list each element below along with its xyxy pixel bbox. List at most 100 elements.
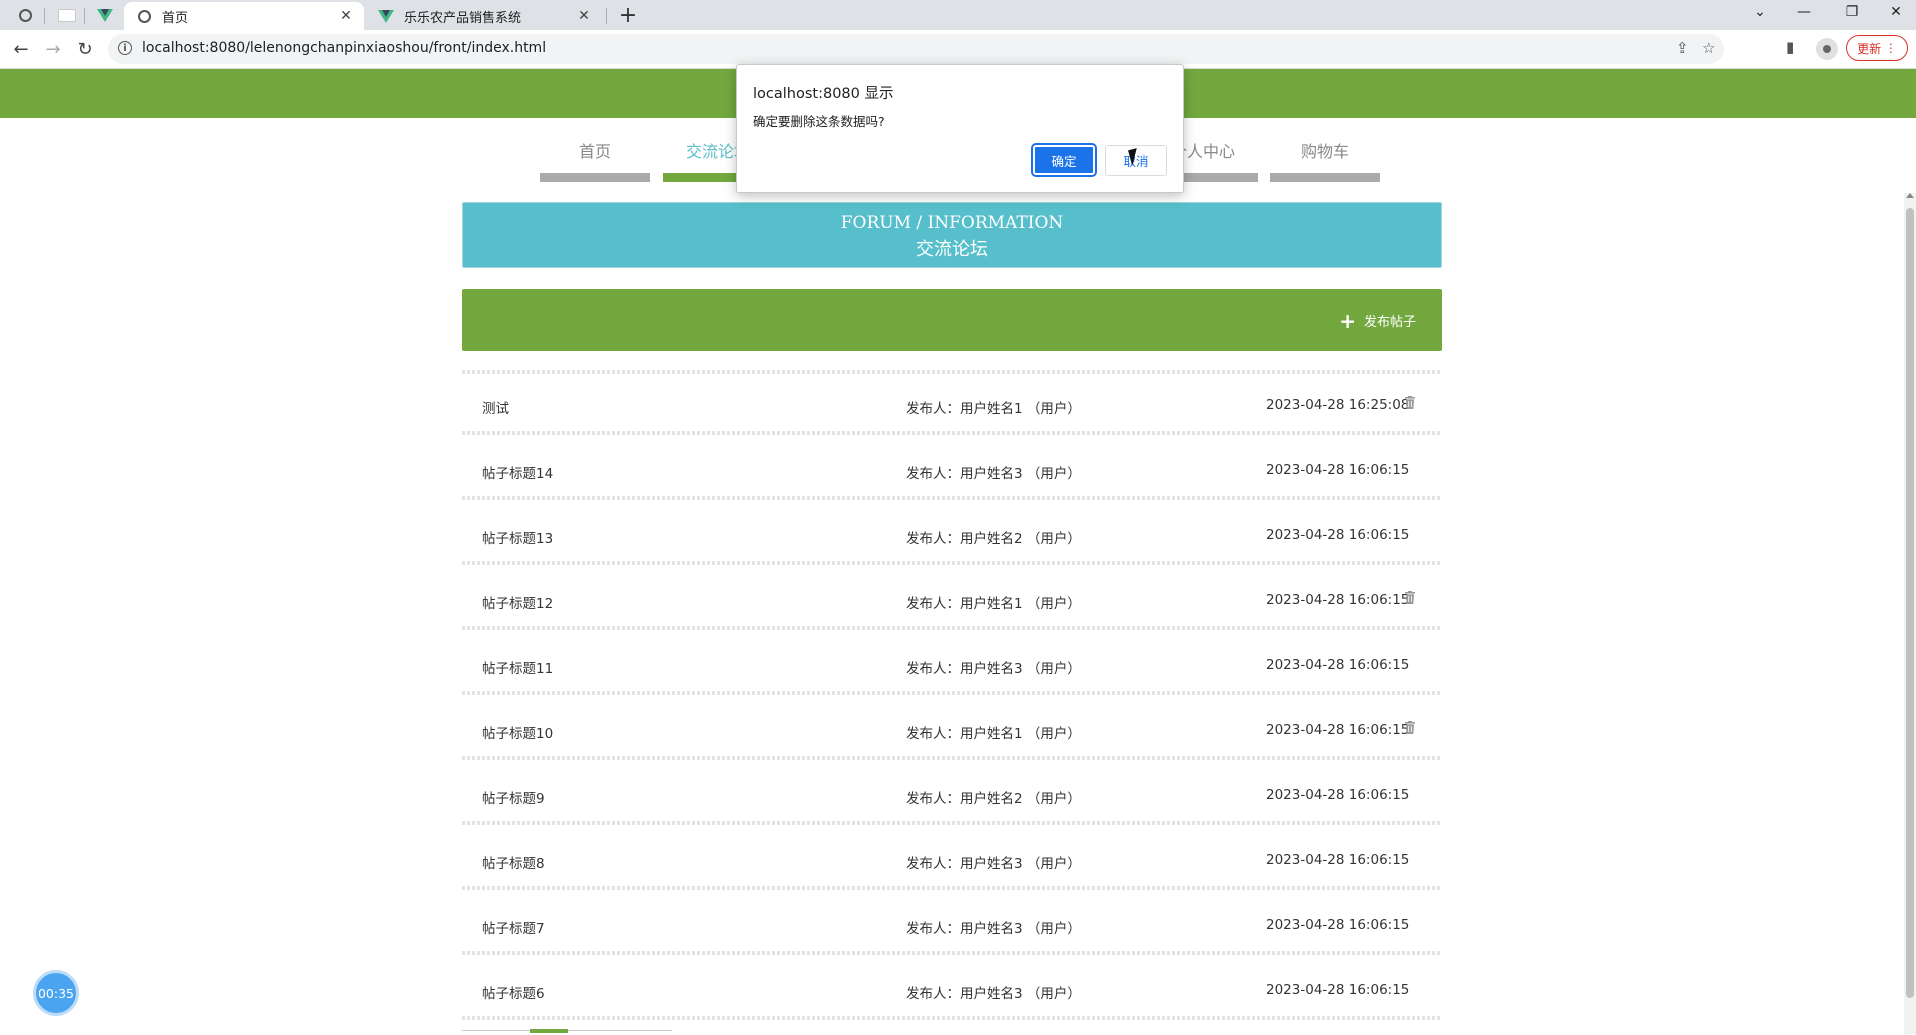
post-title[interactable]: 帖子标题9 xyxy=(482,787,545,807)
browser-tab[interactable]: 乐乐农产品销售系统 ✕ xyxy=(366,2,602,30)
post-time: 2023-04-28 16:25:08 xyxy=(1266,397,1410,413)
pinned-tab-globe[interactable] xyxy=(10,4,40,26)
restore-icon[interactable]: ❐ xyxy=(1830,0,1874,24)
pagination xyxy=(462,1029,672,1035)
browser-tab-active[interactable]: 首页 ✕ xyxy=(124,2,364,30)
trash-icon[interactable] xyxy=(1405,396,1415,409)
post-author: 发布人：用户姓名1 （用户） xyxy=(906,401,1081,417)
post-author: 发布人：用户姓名1 （用户） xyxy=(906,726,1081,742)
minimize-icon[interactable]: — xyxy=(1782,0,1826,24)
tab-title: 乐乐农产品销售系统 xyxy=(404,10,522,26)
side-panel-icon[interactable]: ▮ xyxy=(1786,38,1794,56)
close-tab-icon[interactable]: ✕ xyxy=(574,8,594,24)
post-row[interactable]: 测试 发布人：用户姓名1 （用户） 2023-04-28 16:25:08 xyxy=(462,370,1442,435)
banner-title-zh: 交流论坛 xyxy=(916,239,988,260)
vue-logo-icon xyxy=(378,8,394,24)
post-title[interactable]: 帖子标题14 xyxy=(482,462,553,482)
share-icon[interactable]: ⇪ xyxy=(1676,39,1689,57)
post-row[interactable]: 帖子标题9 发布人：用户姓名2 （用户） 2023-04-28 16:06:15 xyxy=(462,760,1442,825)
post-time: 2023-04-28 16:06:15 xyxy=(1266,787,1410,803)
trash-icon[interactable] xyxy=(1405,591,1415,604)
post-row[interactable]: 帖子标题7 发布人：用户姓名3 （用户） 2023-04-28 16:06:15 xyxy=(462,890,1442,955)
row-divider xyxy=(462,1016,1442,1020)
banner-title-en: FORUM / INFORMATION xyxy=(840,213,1064,233)
post-time: 2023-04-28 16:06:15 xyxy=(1266,592,1410,608)
browser-tab-strip: 首页 ✕ 乐乐农产品销售系统 ✕ + ⌄ — ❐ ✕ xyxy=(0,0,1916,30)
post-time: 2023-04-28 16:06:15 xyxy=(1266,657,1410,673)
site-info-icon[interactable]: i xyxy=(118,41,132,55)
publish-post-button[interactable]: + 发布帖子 xyxy=(1339,308,1416,333)
dialog-title: localhost:8080 显示 xyxy=(753,86,894,102)
post-title[interactable]: 帖子标题12 xyxy=(482,592,553,612)
post-title[interactable]: 帖子标题7 xyxy=(482,917,545,937)
forward-arrow-icon[interactable]: → xyxy=(40,36,66,62)
bookmark-star-icon[interactable]: ☆ xyxy=(1702,39,1715,57)
forum-banner: FORUM / INFORMATION 交流论坛 xyxy=(462,202,1442,268)
tab-separator xyxy=(84,8,85,24)
close-tab-icon[interactable]: ✕ xyxy=(336,8,356,24)
pinned-tab-blank[interactable] xyxy=(52,4,82,26)
post-row[interactable]: 帖子标题12 发布人：用户姓名1 （用户） 2023-04-28 16:06:15 xyxy=(462,565,1442,630)
forum-action-bar: + 发布帖子 xyxy=(462,289,1442,351)
post-title[interactable]: 帖子标题8 xyxy=(482,852,545,872)
address-url[interactable]: localhost:8080/lelenongchanpinxiaoshou/f… xyxy=(142,40,546,56)
blank-page-icon xyxy=(58,8,76,22)
post-row[interactable]: 帖子标题13 发布人：用户姓名2 （用户） 2023-04-28 16:06:15 xyxy=(462,500,1442,565)
post-author: 发布人：用户姓名3 （用户） xyxy=(906,986,1081,1002)
tab-separator xyxy=(44,8,45,24)
dialog-message: 确定要删除这条数据吗? xyxy=(753,114,885,129)
nav-item-label: 首页 xyxy=(578,142,611,161)
plus-icon: + xyxy=(1339,308,1356,333)
post-author: 发布人：用户姓名3 （用户） xyxy=(906,921,1081,937)
post-list: 测试 发布人：用户姓名1 （用户） 2023-04-28 16:25:08 帖子标题1… xyxy=(462,370,1442,1020)
pagination-active-page[interactable] xyxy=(530,1029,568,1033)
reload-icon[interactable]: ↻ xyxy=(72,36,98,62)
post-author: 发布人：用户姓名3 （用户） xyxy=(906,466,1081,482)
tab-title: 首页 xyxy=(162,10,189,26)
post-title[interactable]: 测试 xyxy=(482,397,509,417)
tab-separator xyxy=(606,8,607,24)
nav-item-cart[interactable]: 购物车 xyxy=(1270,140,1380,182)
globe-icon xyxy=(18,8,32,22)
post-author: 发布人：用户姓名2 （用户） xyxy=(906,531,1081,547)
pinned-tab-vue[interactable] xyxy=(90,4,120,26)
post-title[interactable]: 帖子标题13 xyxy=(482,527,553,547)
post-time: 2023-04-28 16:06:15 xyxy=(1266,722,1410,738)
nav-item-home[interactable]: 首页 xyxy=(540,140,650,182)
scroll-up-arrow-icon[interactable] xyxy=(1906,193,1914,198)
post-row[interactable]: 帖子标题11 发布人：用户姓名3 （用户） 2023-04-28 16:06:15 xyxy=(462,630,1442,695)
update-label: 更新 xyxy=(1857,41,1882,56)
post-title[interactable]: 帖子标题10 xyxy=(482,722,553,742)
post-time: 2023-04-28 16:06:15 xyxy=(1266,982,1410,998)
trash-icon[interactable] xyxy=(1405,721,1415,734)
post-author: 发布人：用户姓名3 （用户） xyxy=(906,856,1081,872)
update-button[interactable]: 更新 ⋮ xyxy=(1846,35,1908,61)
profile-avatar-icon[interactable] xyxy=(1816,38,1838,60)
address-bar[interactable]: i localhost:8080/lelenongchanpinxiaoshou… xyxy=(108,34,1724,64)
tab-search-chevron-icon[interactable]: ⌄ xyxy=(1738,0,1782,24)
post-row[interactable]: 帖子标题10 发布人：用户姓名1 （用户） 2023-04-28 16:06:15 xyxy=(462,695,1442,760)
post-title[interactable]: 帖子标题6 xyxy=(482,982,545,1002)
publish-post-label: 发布帖子 xyxy=(1363,315,1416,330)
post-time: 2023-04-28 16:06:15 xyxy=(1266,917,1410,933)
post-row[interactable]: 帖子标题14 发布人：用户姓名3 （用户） 2023-04-28 16:06:15 xyxy=(462,435,1442,500)
timer-text: 00:35 xyxy=(37,985,75,1001)
confirm-delete-dialog: localhost:8080 显示 确定要删除这条数据吗? 确定 取消 xyxy=(736,64,1184,193)
dialog-ok-button[interactable]: 确定 xyxy=(1031,143,1097,177)
nav-underline xyxy=(1270,173,1380,182)
post-title[interactable]: 帖子标题11 xyxy=(482,657,553,677)
nav-underline xyxy=(540,173,650,182)
post-author: 发布人：用户姓名3 （用户） xyxy=(906,661,1081,677)
post-author: 发布人：用户姓名1 （用户） xyxy=(906,596,1081,612)
post-row[interactable]: 帖子标题6 发布人：用户姓名3 （用户） 2023-04-28 16:06:15 xyxy=(462,955,1442,1020)
back-arrow-icon[interactable]: ← xyxy=(8,36,34,62)
close-window-icon[interactable]: ✕ xyxy=(1874,0,1916,24)
post-row[interactable]: 帖子标题8 发布人：用户姓名3 （用户） 2023-04-28 16:06:15 xyxy=(462,825,1442,890)
scrollbar-thumb[interactable] xyxy=(1906,208,1914,998)
nav-item-label: 购物车 xyxy=(1300,142,1349,161)
new-tab-button[interactable]: + xyxy=(614,2,642,28)
recording-timer-badge[interactable]: 00:35 xyxy=(33,970,79,1016)
post-time: 2023-04-28 16:06:15 xyxy=(1266,852,1410,868)
vue-logo-icon xyxy=(97,8,113,22)
post-time: 2023-04-28 16:06:15 xyxy=(1266,462,1410,478)
